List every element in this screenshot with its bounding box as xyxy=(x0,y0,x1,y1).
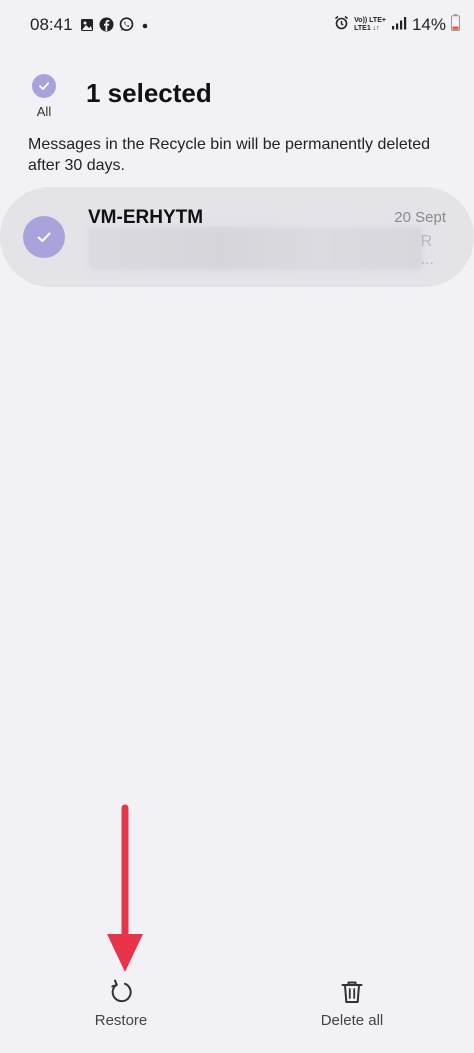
message-sender: VM-ERHYTM xyxy=(88,207,204,228)
message-select-checkbox[interactable] xyxy=(23,216,65,258)
network-indicator: Vo)) LTE+ LTE1 ↓↑ xyxy=(354,17,386,33)
battery-icon xyxy=(451,14,460,36)
network-line-1: Vo)) LTE+ xyxy=(354,17,386,24)
select-all-label: All xyxy=(36,104,52,119)
status-right-icons: Vo)) LTE+ LTE1 ↓↑ 14% xyxy=(334,14,460,36)
dot-icon xyxy=(139,18,151,32)
trash-icon xyxy=(341,981,363,1003)
select-all-toggle[interactable]: All xyxy=(28,74,60,119)
select-all-checkbox[interactable] xyxy=(32,74,56,98)
alarm-icon xyxy=(334,15,349,35)
restore-icon xyxy=(111,979,132,1003)
message-preview-blurred xyxy=(88,227,423,270)
gallery-icon xyxy=(80,18,94,32)
whatsapp-icon xyxy=(119,17,134,32)
annotation-arrow xyxy=(107,804,143,972)
preview-tail-line-1: R xyxy=(420,233,433,250)
check-icon xyxy=(39,82,50,90)
status-time: 08:41 xyxy=(30,15,73,34)
message-preview-tail: R ... xyxy=(421,233,434,269)
restore-button[interactable]: Restore xyxy=(66,970,176,1029)
bottom-action-bar: Restore Delete all xyxy=(0,970,474,1040)
message-list-item[interactable]: VM-ERHYTM 20 Sept R ... xyxy=(0,187,474,287)
facebook-icon xyxy=(99,17,114,32)
notification-icons xyxy=(80,17,151,32)
check-icon xyxy=(37,232,51,242)
status-bar: 08:41 Vo)) LTE+ LTE1 ↓↑ 14% xyxy=(0,0,474,52)
delete-all-label: Delete all xyxy=(320,1012,384,1029)
page-title: 1 selected xyxy=(86,78,212,108)
delete-all-button[interactable]: Delete all xyxy=(297,970,407,1029)
network-line-2: LTE1 ↓↑ xyxy=(354,25,380,32)
preview-tail-line-2: ... xyxy=(420,251,434,268)
signal-icon xyxy=(391,16,407,35)
restore-label: Restore xyxy=(94,1012,148,1029)
message-date: 20 Sept xyxy=(394,209,446,226)
recycle-bin-info: Messages in the Recycle bin will be perm… xyxy=(28,136,430,174)
battery-percent: 14% xyxy=(411,15,446,34)
